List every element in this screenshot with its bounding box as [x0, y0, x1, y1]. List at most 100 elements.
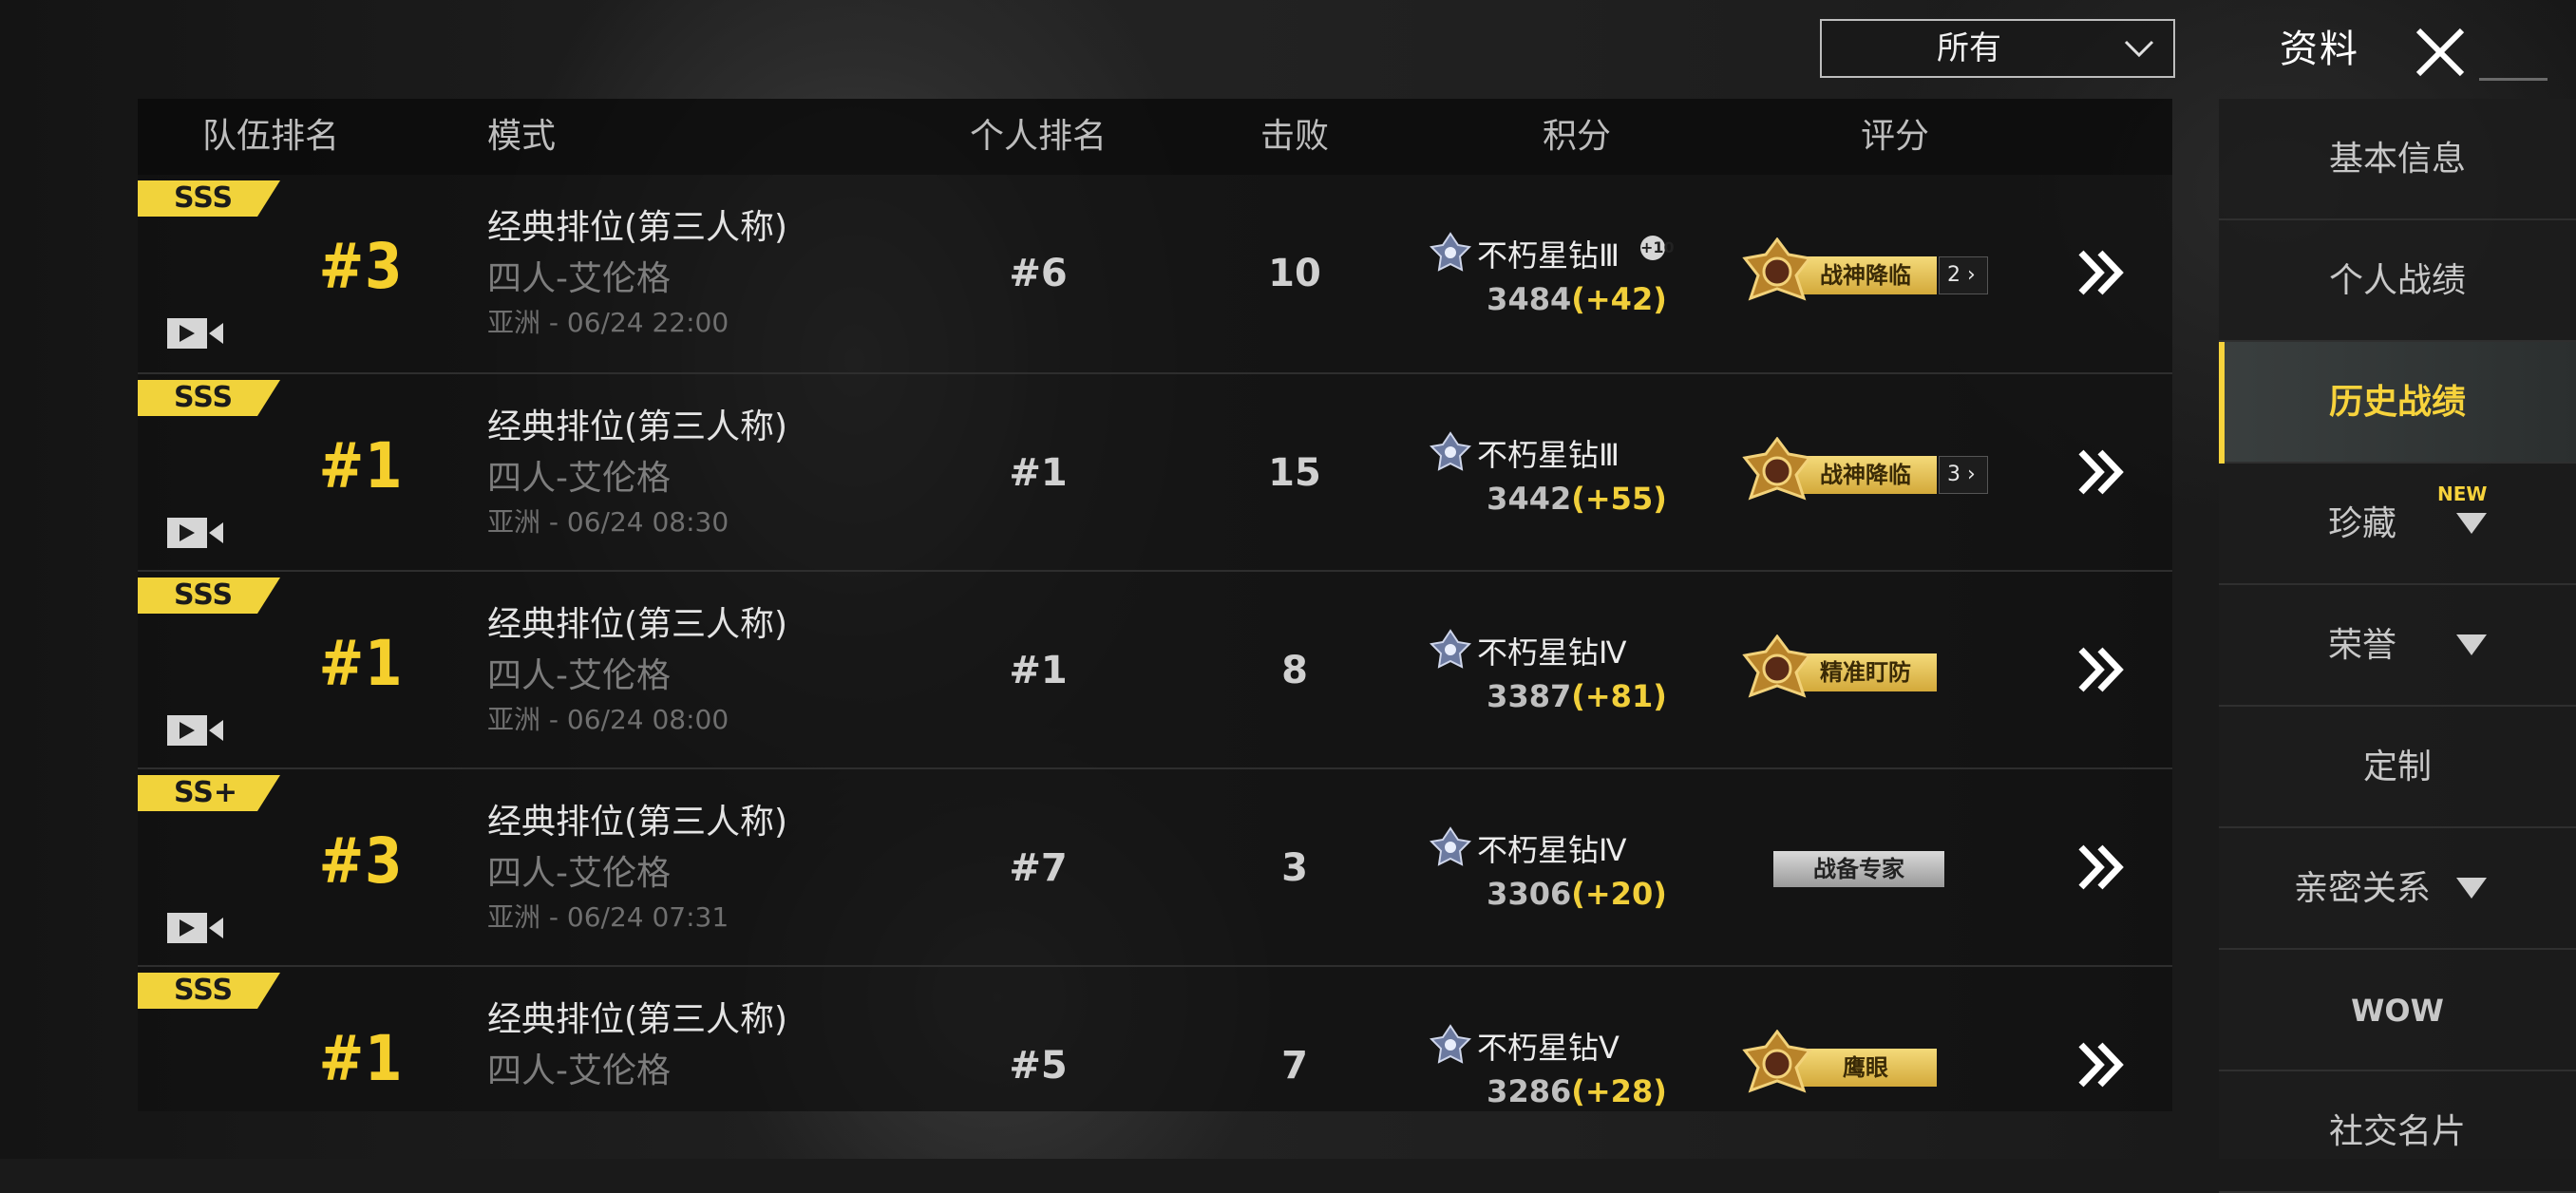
medal-label: 战神降临 — [1794, 456, 1937, 494]
match-map: 四人-艾伦格 — [487, 854, 671, 893]
medal-emblem-icon — [1742, 437, 1812, 501]
match-map: 四人-艾伦格 — [487, 656, 671, 695]
tier-name: 不朽星钻Ⅳ — [1477, 634, 1627, 671]
grade-badge: SSS — [138, 578, 280, 614]
medal-emblem-icon — [1742, 634, 1812, 698]
grade-badge: SSS — [138, 180, 280, 217]
diamond-tier-icon — [1430, 232, 1471, 272]
sidebar-item-basic-info[interactable]: 基本信息 — [2219, 99, 2576, 220]
tier-name: 不朽星钻Ⅳ — [1477, 832, 1627, 868]
match-map: 四人-艾伦格 — [487, 459, 671, 498]
sidebar-item-label: 亲密关系 — [2293, 869, 2431, 908]
table-row[interactable]: SSS #1 经典排位(第三人称) 四人-艾伦格 亚洲 - 06/24 08:3… — [138, 372, 2172, 570]
sidebar-item-personal-stats[interactable]: 个人战绩 — [2219, 220, 2576, 342]
column-score: 积分 — [1542, 117, 1611, 156]
double-chevron-right-icon[interactable] — [2075, 448, 2129, 496]
score-delta: (+55) — [1571, 481, 1667, 517]
video-replay-icon[interactable] — [166, 315, 225, 351]
column-kills: 击败 — [1260, 117, 1329, 156]
video-replay-icon[interactable] — [166, 910, 225, 946]
match-history-table: 队伍排名 模式 个人排名 击败 积分 评分 SSS #3 经典排位(第三人称) … — [138, 99, 2172, 1111]
rating-medal[interactable]: 精准盯防 — [1741, 634, 2007, 710]
medal-count[interactable]: 2 › — [1939, 256, 1988, 294]
double-chevron-right-icon[interactable] — [2075, 646, 2129, 693]
medal-label: 精准盯防 — [1794, 653, 1937, 691]
match-map: 四人-艾伦格 — [487, 1051, 671, 1090]
score-value: 3484 — [1487, 281, 1572, 317]
chevron-down-icon — [2124, 40, 2154, 58]
score-value: 3286 — [1487, 1073, 1572, 1109]
rating-medal[interactable]: 战神降临 3 › — [1741, 437, 2007, 513]
table-row[interactable]: SSS #1 经典排位(第三人称) 四人-艾伦格 #5 7 不朽星钻Ⅴ 3286… — [138, 965, 2172, 1111]
score: 3286(+28) — [1468, 1073, 1686, 1109]
score-value: 3387 — [1487, 678, 1572, 714]
video-replay-icon[interactable] — [166, 712, 225, 748]
score-delta: (+81) — [1571, 678, 1667, 714]
score-delta: (+28) — [1571, 1073, 1667, 1109]
rating-medal[interactable]: 鹰眼 — [1741, 1030, 2007, 1106]
double-chevron-right-icon[interactable] — [2075, 1041, 2129, 1089]
table-row[interactable]: SSS #1 经典排位(第三人称) 四人-艾伦格 亚洲 - 06/24 08:0… — [138, 570, 2172, 767]
sidebar-item-customize[interactable]: 定制 — [2219, 707, 2576, 828]
double-chevron-right-icon[interactable] — [2075, 843, 2129, 891]
grade-badge: SS+ — [138, 775, 280, 811]
table-row[interactable]: SSS #3 经典排位(第三人称) 四人-艾伦格 亚洲 - 06/24 22:0… — [138, 175, 2172, 372]
triangle-down-icon — [2456, 634, 2487, 655]
title-divider — [2479, 78, 2548, 81]
triangle-down-icon — [2456, 513, 2487, 534]
tier-name: 不朽星钻Ⅲ — [1477, 237, 1620, 274]
column-rating: 评分 — [1860, 117, 1929, 156]
personal-rank: #6 — [1009, 252, 1068, 295]
sidebar-item-label: 荣誉 — [2327, 626, 2396, 665]
kills: 8 — [1281, 649, 1308, 692]
page-title: 资料 — [2280, 28, 2359, 71]
mode-filter-dropdown[interactable]: 所有 — [1820, 19, 2175, 78]
table-header: 队伍排名 模式 个人排名 击败 积分 评分 — [138, 99, 2172, 175]
score-delta: (+42) — [1571, 281, 1667, 317]
match-map: 四人-艾伦格 — [487, 259, 671, 298]
profile-sidebar: 基本信息 个人战绩 历史战绩 NEW 珍藏 荣誉 定制 亲密关系 WOW 社交名… — [2219, 99, 2576, 1193]
personal-rank: #5 — [1009, 1044, 1068, 1088]
sidebar-item-match-history[interactable]: 历史战绩 — [2219, 342, 2576, 464]
rating-medal[interactable]: 战神降临 2 › — [1741, 237, 2007, 313]
double-chevron-right-icon[interactable] — [2075, 249, 2129, 296]
sidebar-item-label: 社交名片 — [2328, 1112, 2466, 1151]
tier-name: 不朽星钻Ⅲ — [1477, 437, 1620, 473]
column-mode: 模式 — [487, 117, 557, 156]
column-personal-rank: 个人排名 — [969, 117, 1107, 156]
personal-rank: #7 — [1009, 846, 1068, 890]
sidebar-item-wow[interactable]: WOW — [2219, 950, 2576, 1071]
match-server-time: 亚洲 - 06/24 08:00 — [487, 704, 729, 735]
rating-medal[interactable]: 战备专家 — [1773, 851, 1944, 887]
score: 3442(+55) — [1468, 481, 1686, 517]
filter-value: 所有 — [1937, 29, 2001, 67]
match-server-time: 亚洲 - 06/24 22:00 — [487, 307, 729, 338]
sidebar-item-label: 基本信息 — [2328, 140, 2466, 179]
score: 3306(+20) — [1468, 876, 1686, 912]
match-mode: 经典排位(第三人称) — [487, 407, 788, 446]
column-team-rank: 队伍排名 — [201, 117, 339, 156]
sidebar-item-collection[interactable]: NEW 珍藏 — [2219, 464, 2576, 585]
match-mode: 经典排位(第三人称) — [487, 605, 788, 644]
sidebar-item-relationships[interactable]: 亲密关系 — [2219, 828, 2576, 950]
medal-count[interactable]: 3 › — [1939, 456, 1988, 494]
match-mode: 经典排位(第三人称) — [487, 208, 788, 247]
kills: 10 — [1268, 252, 1321, 295]
match-mode: 经典排位(第三人称) — [487, 1000, 788, 1039]
table-row[interactable]: SS+ #3 经典排位(第三人称) 四人-艾伦格 亚洲 - 06/24 07:3… — [138, 767, 2172, 965]
team-rank: #1 — [318, 627, 404, 700]
video-replay-icon[interactable] — [166, 515, 225, 551]
sidebar-item-label: 历史战绩 — [2328, 383, 2466, 422]
sidebar-item-social-card[interactable]: 社交名片 — [2219, 1071, 2576, 1193]
medal-emblem-icon — [1742, 1030, 1812, 1093]
tier-name: 不朽星钻Ⅴ — [1477, 1030, 1619, 1066]
team-rank: #1 — [318, 1022, 404, 1095]
medal-label: 战神降临 — [1794, 256, 1937, 294]
diamond-tier-icon — [1430, 826, 1471, 866]
kills: 3 — [1281, 846, 1308, 890]
grade-badge: SSS — [138, 973, 280, 1009]
close-icon[interactable] — [2413, 25, 2468, 80]
match-server-time: 亚洲 - 06/24 08:30 — [487, 506, 729, 538]
score-value: 3442 — [1487, 481, 1572, 517]
sidebar-item-honor[interactable]: 荣誉 — [2219, 585, 2576, 707]
